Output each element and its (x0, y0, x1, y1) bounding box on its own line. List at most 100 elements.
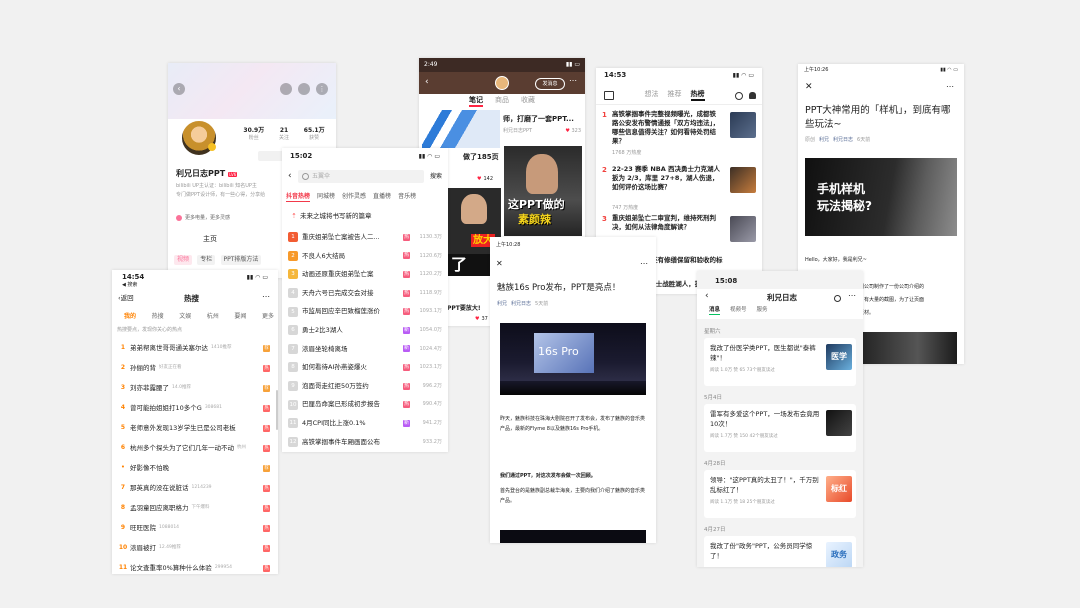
more-icon[interactable]: ⋯ (946, 82, 954, 92)
chip-column[interactable]: 专栏 (197, 255, 216, 265)
heart-icon[interactable]: ♥ (477, 176, 481, 183)
message-card[interactable]: 雷军有多爱这个PPT，一场发布会竟用10次！ 阅读 1.7万 赞 150 42个朋… (704, 404, 856, 452)
article-account[interactable]: 利兄日志 (511, 301, 531, 308)
tab-4[interactable]: 直播榜 (373, 193, 391, 202)
carrier-back[interactable]: ◀ 搜索 (122, 282, 137, 289)
article-author[interactable]: 利兄 (819, 137, 829, 144)
message-card[interactable]: 我改了份医学类PPT，医生都说"泰裤辣"！ 阅读 1.0万 赞 65 73个朋友读… (704, 338, 856, 386)
followers-stat[interactable]: 30.9万 粉丝 (243, 127, 264, 141)
hot-list-item[interactable]: 7 那英真的没在说脏话 1214239 热 (116, 478, 274, 498)
message-card[interactable]: 我改了份"政务"PPT，公务员同学惊了！ 政务 (704, 536, 856, 567)
message-thumbnail[interactable]: 政务 (826, 542, 852, 567)
hot-list-item[interactable]: 2 孙俪的背 好友正在看 热 (116, 358, 274, 378)
box-icon[interactable] (604, 91, 614, 101)
tab-goods[interactable]: 商品 (495, 96, 509, 107)
tab-rec[interactable]: 推荐 (668, 90, 682, 101)
tab-2[interactable]: 视频号 (730, 307, 747, 315)
tab-3[interactable]: 文娱 (179, 313, 191, 321)
follow-button[interactable]: 发消息 (535, 78, 565, 90)
hot-list-item[interactable]: 4 曾可能拍姐姐打10多个G 308681 热 (116, 398, 274, 418)
hot-list-item[interactable]: 4 天舟六号已完成交会对接 热 1118.9万 (288, 284, 442, 303)
post-card-1-image[interactable] (422, 110, 500, 148)
tab-1[interactable]: 抖音热榜 (286, 193, 311, 202)
more-icon[interactable]: ⋮ (316, 83, 328, 95)
hot-list-item[interactable]: 1 弟弟帮离世哥哥通关塞尔达 1410推荐 荐 (116, 338, 274, 358)
tab-6[interactable]: 更多 (262, 313, 274, 321)
tab-2[interactable]: 同城榜 (317, 193, 335, 202)
hot-list-item[interactable]: 3 动画还原重庆姐弟坠亡案 热 1120.2万 (288, 265, 442, 284)
search-icon[interactable] (735, 91, 743, 100)
bell-icon[interactable] (749, 92, 756, 100)
hot-list-item[interactable]: 1 重庆姐弟坠亡案被告人二... 热 1130.3万 (288, 228, 442, 247)
article-account[interactable]: 利兄日志 (833, 137, 853, 144)
hot-list-item[interactable]: • 好影像不怕晚 荐 (116, 458, 274, 478)
article-author[interactable]: 利兄 (497, 301, 507, 308)
chip-video[interactable]: 视频 (174, 255, 193, 265)
close-icon[interactable]: ✕ (805, 82, 813, 94)
hot-list-item[interactable]: 3 刘亦菲露腰了 14.0推荐 荐 (116, 378, 274, 398)
hot-list-item[interactable]: 2 不良人6大结局 热 1120.6万 (288, 247, 442, 266)
hot-list-item[interactable]: 8 孟羽童回应离职格力 下午爆料 热 (116, 498, 274, 518)
search-icon[interactable] (834, 295, 841, 302)
message-thumbnail[interactable]: 医学 (826, 344, 852, 370)
article-cover[interactable]: 手机样机 玩法揭秘? (805, 158, 957, 236)
hot-list-item[interactable]: 9 泡面哥走红拒50万签约 热 996.2万 (288, 377, 442, 396)
close-icon[interactable]: ✕ (496, 259, 503, 269)
hot-list-item[interactable]: 5 老师意外发现13岁学生已是公司老板 热 (116, 418, 274, 438)
hot-list-item[interactable]: 10 浓眉被打 12.49推荐 热 (116, 538, 274, 558)
avatar[interactable] (495, 76, 509, 90)
avatar[interactable] (180, 119, 218, 157)
post-card-2-title[interactable]: 做了185页 (463, 153, 499, 162)
tab-1[interactable]: 我的 (124, 313, 136, 321)
share-icon[interactable] (298, 83, 310, 95)
hot-list-item[interactable]: 12 高铁掌掴事件车厢画面公布 933.2万 (288, 433, 442, 452)
hot-list-item[interactable]: 11 4月CPI同比上涨0.1% 新 941.2万 (288, 414, 442, 433)
back-icon[interactable]: ‹ (288, 171, 298, 183)
hot-thumbnail[interactable] (730, 112, 756, 138)
back-button[interactable]: ‹返回 (118, 294, 134, 302)
hot-list-item[interactable]: 6 杭州多个探头为了它们几年一动不动 杭州 热 (116, 438, 274, 458)
back-icon[interactable]: ‹ (173, 83, 185, 95)
search-input[interactable]: 五翼伞 (298, 170, 424, 183)
hot-list-item[interactable]: 11 论文查重率0%算种什么体验 299954 热 (116, 558, 274, 574)
more-icon[interactable]: ⋯ (262, 292, 270, 302)
article-bottom-image[interactable] (500, 530, 646, 543)
hot-list-item[interactable]: 7 浓眉坐轮椅离场 新 1024.4万 (288, 340, 442, 359)
tab-home[interactable]: 主页 (203, 235, 217, 244)
hot-thumbnail[interactable] (730, 167, 756, 193)
hot-list-item[interactable]: 6 勇士2比3湖人 新 1054.0万 (288, 321, 442, 340)
article-image[interactable] (859, 332, 957, 364)
hot-list-item[interactable]: 8 如何看待AI孙燕姿爆火 热 1023.1万 (288, 358, 442, 377)
tab-5[interactable]: 音乐榜 (398, 193, 416, 202)
search-icon[interactable] (280, 83, 292, 95)
article-image[interactable]: 16s Pro (500, 323, 646, 395)
more-icon[interactable]: ⋯ (848, 291, 856, 301)
back-icon[interactable]: ‹ (705, 291, 709, 303)
tab-collect[interactable]: 收藏 (521, 96, 535, 107)
top-hot-item[interactable]: ⇡ 未来之城将书写新的篇章 (288, 212, 442, 220)
following-stat[interactable]: 21 关注 (279, 127, 289, 141)
more-icon[interactable]: ⋯ (640, 259, 648, 269)
tab-notes[interactable]: 笔记 (469, 96, 483, 108)
post-card-1-title[interactable]: 师，打磨了一套PPT... (503, 115, 574, 124)
heart-icon[interactable]: ♥ (565, 128, 569, 134)
post-card-3-image[interactable]: 这PPT做的 素颜辣 (504, 146, 582, 236)
tab-5[interactable]: 要闻 (234, 313, 246, 321)
tab-3[interactable]: 创作灵感 (342, 193, 366, 202)
tab-3[interactable]: 服务 (757, 307, 768, 315)
heart-icon[interactable]: ♥ (475, 316, 479, 323)
message-card[interactable]: 领导："这PPT真的太丑了！"，千万别乱标红了！ 阅读 1.1万 赞 18 25个… (704, 470, 856, 518)
back-icon[interactable]: ‹ (425, 77, 429, 89)
search-button[interactable]: 搜索 (430, 173, 442, 181)
tab-hot[interactable]: 热榜 (690, 90, 705, 102)
message-thumbnail[interactable]: 标红 (826, 476, 852, 502)
tab-idea[interactable]: 想法 (645, 90, 659, 101)
tab-2[interactable]: 热搜 (152, 313, 164, 321)
hot-list-item[interactable]: 5 市监局回应辛巴致榴莲涨价 热 1093.1万 (288, 302, 442, 321)
tab-4[interactable]: 杭州 (207, 313, 219, 321)
tab-1[interactable]: 消息 (709, 307, 721, 316)
chip-ppt[interactable]: PPT排版方法 (220, 255, 262, 265)
hot-thumbnail[interactable] (730, 216, 756, 242)
profile-notice[interactable]: 更多电量，更多灵感 (176, 215, 230, 222)
hot-list-item[interactable]: 10 巴厘岛命案已形成初步报告 热 990.4万 (288, 395, 442, 414)
